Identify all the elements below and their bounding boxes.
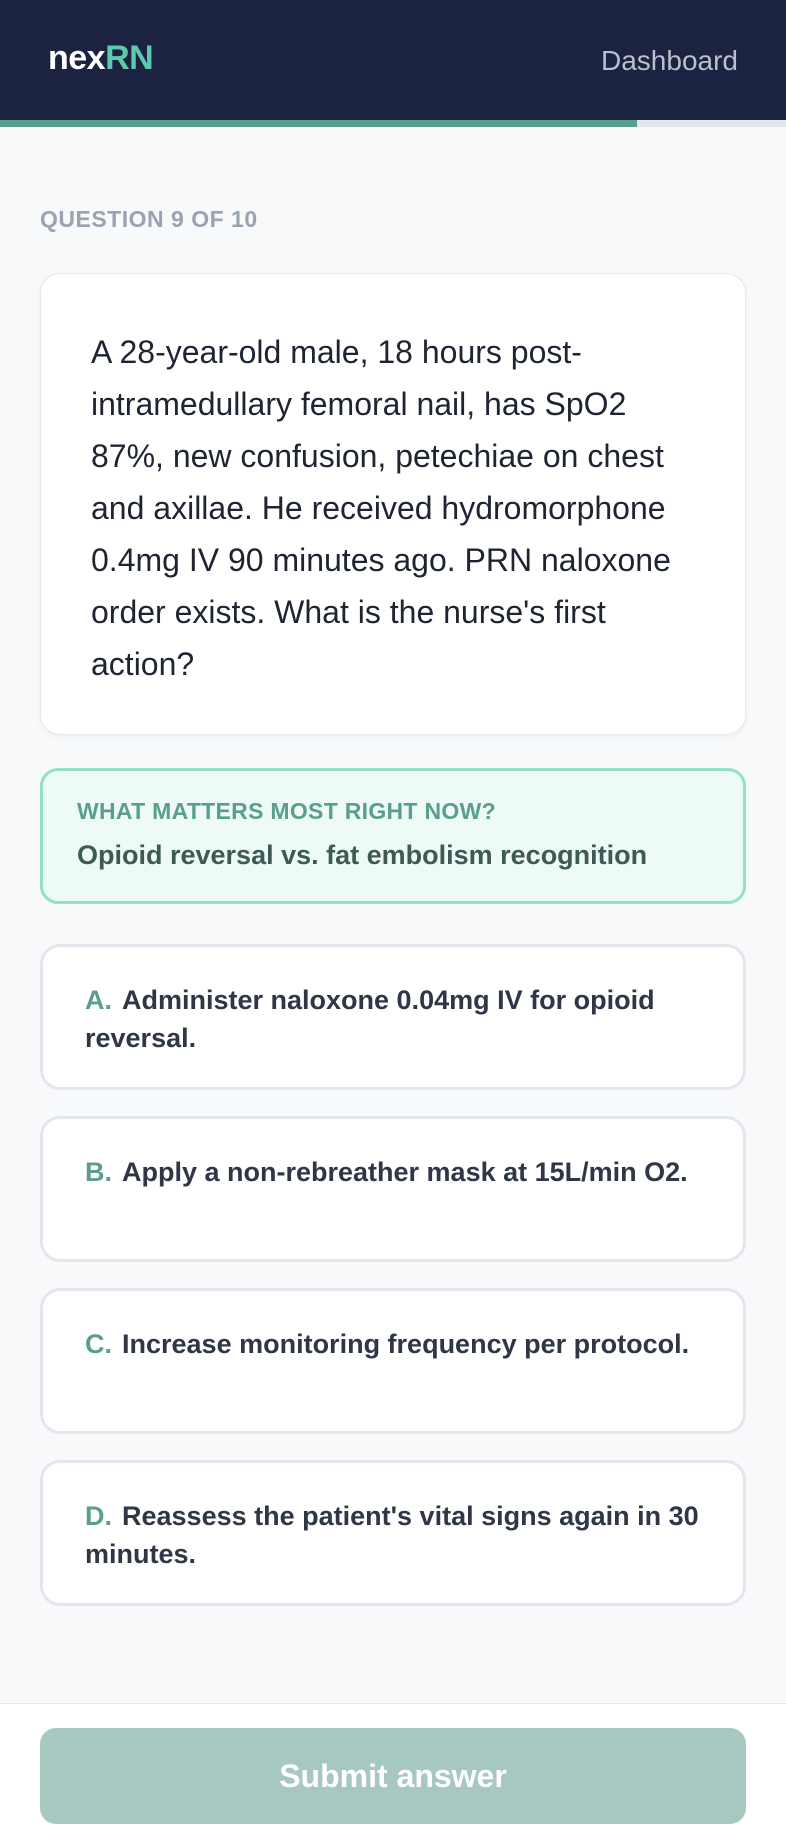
submit-answer-button[interactable]: Submit answer [40,1728,746,1824]
answer-option-a-text: A. Administer naloxone 0.04mg IV for opio… [85,981,701,1057]
submit-footer: Submit answer [0,1703,786,1848]
quiz-progress-fill [0,120,637,127]
answer-option-d-label: Reassess the patient's vital signs again… [85,1501,699,1569]
hint-body: Opioid reversal vs. fat embolism recogni… [77,840,648,870]
question-card: A 28-year-old male, 18 hours post-intram… [40,273,746,735]
logo-text-rn: RN [105,39,154,77]
question-counter: QUESTION 9 OF 10 [40,206,258,232]
answer-option-a[interactable]: A. Administer naloxone 0.04mg IV for opio… [40,944,746,1090]
priority-hint-box: WHAT MATTERS MOST RIGHT NOW? Opioid reve… [40,768,746,904]
answer-option-c-label: Increase monitoring frequency per protoc… [122,1329,690,1359]
nexrn-logo[interactable]: nexRN [48,38,154,78]
answer-option-b-text: B. Apply a non-rebreather mask at 15L/min… [85,1153,701,1191]
answer-option-d[interactable]: D. Reassess the patient's vital signs aga… [40,1460,746,1606]
answer-option-c[interactable]: C. Increase monitoring frequency per prot… [40,1288,746,1434]
answer-option-b[interactable]: B. Apply a non-rebreather mask at 15L/min… [40,1116,746,1262]
answer-option-a-letter: A. [85,985,112,1015]
quiz-progress-bar [0,120,786,127]
logo-text-nex: nex [48,39,106,77]
answer-option-d-letter: D. [85,1501,112,1531]
answer-option-c-letter: C. [85,1329,112,1359]
hint-heading: WHAT MATTERS MOST RIGHT NOW? [77,798,496,824]
quiz-page: nexRN Dashboard QUESTION 9 OF 10 A 28-ye… [0,0,786,1848]
question-text: A 28-year-old male, 18 hours post-intram… [91,334,671,682]
answer-option-a-label: Administer naloxone 0.04mg IV for opioid… [85,985,655,1053]
answer-option-c-text: C. Increase monitoring frequency per prot… [85,1325,701,1363]
answer-option-d-text: D. Reassess the patient's vital signs aga… [85,1497,701,1573]
app-header: nexRN Dashboard [0,0,786,120]
answer-option-b-label: Apply a non-rebreather mask at 15L/min O… [122,1157,688,1187]
dashboard-link[interactable]: Dashboard [601,44,738,78]
answer-option-b-letter: B. [85,1157,112,1187]
